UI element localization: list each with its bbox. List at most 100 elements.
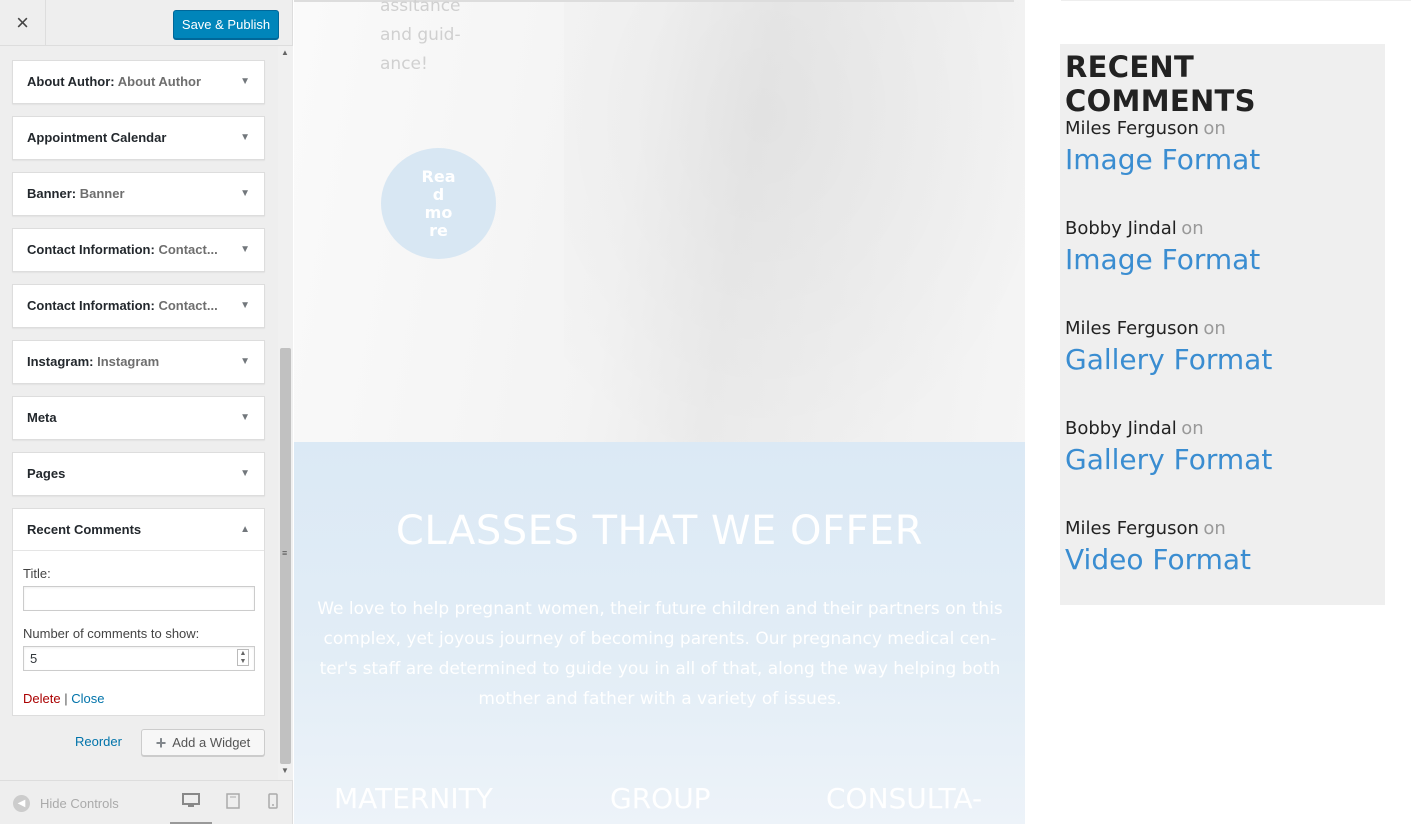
read-more-button[interactable]: Rea d mo re [381,148,496,259]
add-widget-button[interactable]: + Add a Widget [141,729,265,756]
widget-instagram[interactable]: Instagram: Instagram ▼ [12,340,265,384]
desktop-icon [182,793,200,807]
widget-meta[interactable]: Meta ▼ [12,396,265,440]
widget-appointment-calendar[interactable]: Appointment Calendar ▼ [12,116,265,160]
count-input[interactable] [23,646,255,671]
title-input[interactable] [23,586,255,611]
post-link[interactable]: Video Format [1065,543,1251,576]
service-title[interactable]: CONSULTA- [826,782,982,815]
chevron-down-icon[interactable]: ▼ [240,117,250,159]
plus-icon: + [155,732,167,753]
widget-contact-information-2[interactable]: Contact Information: Contact... ▼ [12,284,265,328]
chevron-down-icon[interactable]: ▼ [240,453,250,495]
post-link[interactable]: Gallery Format [1065,443,1272,476]
collapse-icon: ◀ [13,795,30,812]
chevron-down-icon[interactable]: ▼ [240,229,250,271]
comment-author: Miles Ferguson [1065,518,1199,539]
panel-scrollbar[interactable]: ▲ ≡ ▼ [278,46,293,780]
widget-title: About Author: About Author [27,74,202,89]
add-widget-label: Add a Widget [172,735,251,750]
widget-heading: RECENT COMMENTS [1065,50,1256,118]
panel-header: × Save & Publish [0,0,292,46]
comment-item: Bobby Jindal on Image Format [1065,218,1260,276]
widget-pages[interactable]: Pages ▼ [12,452,265,496]
chevron-down-icon[interactable]: ▼ [240,285,250,327]
mobile-icon [268,793,278,809]
on-label: on [1203,318,1226,339]
sidebar: RECENT COMMENTS Miles Ferguson on Image … [1025,0,1411,824]
separator: | [64,691,68,706]
widget-title: Banner: Banner [27,186,125,201]
preview-mobile-button[interactable] [252,793,294,824]
widget-title: Contact Information: Contact... [27,242,218,257]
customizer-panel: × Save & Publish About Author: About Aut… [0,0,293,824]
site-preview: assitance and guid-ance! Rea d mo re CLA… [294,0,1411,824]
on-label: on [1181,218,1204,239]
grip-icon: ≡ [282,548,288,558]
number-stepper[interactable]: ▲ ▼ [237,649,249,666]
widget-actions: Delete | Close [23,691,104,706]
panel-footer: ◀ Hide Controls [0,780,292,824]
delete-link[interactable]: Delete [23,691,61,706]
comment-author: Miles Ferguson [1065,118,1199,139]
widget-list: About Author: About Author ▼ Appointment… [0,46,278,780]
comment-item: Miles Ferguson on Image Format [1065,118,1260,176]
widget-about-author[interactable]: About Author: About Author ▼ [12,60,265,104]
comment-author: Miles Ferguson [1065,318,1199,339]
reorder-link[interactable]: Reorder [75,734,122,749]
on-label: on [1203,118,1226,139]
close-link[interactable]: Close [71,691,104,706]
save-publish-button[interactable]: Save & Publish [173,10,279,39]
widget-title: Recent Comments [27,522,142,537]
recent-comments-widget: RECENT COMMENTS Miles Ferguson on Image … [1060,44,1385,605]
classes-section: CLASSES THAT WE OFFER We love to help pr… [294,442,1025,824]
service-title[interactable]: GROUP [610,782,711,815]
hide-controls-label: Hide Controls [40,796,119,811]
stepper-up-icon[interactable]: ▲ [240,650,247,657]
scroll-thumb[interactable]: ≡ [280,348,291,764]
widget-title: Instagram: Instagram [27,354,160,369]
on-label: on [1181,418,1204,439]
chevron-up-icon[interactable]: ▲ [240,509,250,551]
comment-author: Bobby Jindal [1065,418,1177,439]
hide-controls-button[interactable]: ◀ Hide Controls [13,795,119,812]
hero-section: assitance and guid-ance! Rea d mo re [294,0,1025,442]
chevron-down-icon[interactable]: ▼ [240,61,250,103]
chevron-down-icon[interactable]: ▼ [240,397,250,439]
widget-contact-information-1[interactable]: Contact Information: Contact... ▼ [12,228,265,272]
scroll-down-icon[interactable]: ▼ [281,766,289,775]
close-icon: × [16,10,29,35]
preview-tablet-button[interactable] [212,793,254,824]
hero-text: assitance and guid-ance! [380,0,461,74]
post-link[interactable]: Image Format [1065,243,1260,276]
chevron-down-icon[interactable]: ▼ [240,173,250,215]
widget-banner[interactable]: Banner: Banner ▼ [12,172,265,216]
post-link[interactable]: Gallery Format [1065,343,1272,376]
title-field-label: Title: [23,566,51,581]
widget-title: Pages [27,466,66,481]
count-field: ▲▼ [23,646,255,671]
stepper-down-icon[interactable]: ▼ [240,658,247,665]
post-link[interactable]: Image Format [1065,143,1260,176]
comment-item: Miles Ferguson on Gallery Format [1065,318,1272,376]
divider [1061,0,1411,1]
widget-title: Contact Information: Contact... [27,298,218,313]
tablet-icon [226,793,240,809]
comment-author: Bobby Jindal [1065,218,1177,239]
widget-title: Meta [27,410,57,425]
service-title[interactable]: MATERNITY [334,782,493,815]
comment-item: Bobby Jindal on Gallery Format [1065,418,1272,476]
close-customizer-button[interactable]: × [0,0,46,46]
section-title: CLASSES THAT WE OFFER [395,508,924,554]
on-label: on [1203,518,1226,539]
widget-title: Appointment Calendar [27,130,167,145]
comment-item: Miles Ferguson on Video Format [1065,518,1251,576]
hero-image [564,0,1025,442]
preview-desktop-button[interactable] [170,793,212,824]
widget-recent-comments: Recent Comments ▲ Title: Number of comme… [12,508,265,716]
chevron-down-icon[interactable]: ▼ [240,341,250,383]
count-field-label: Number of comments to show: [23,626,200,641]
section-description: We love to help pregnant women, their fu… [317,599,1003,709]
scroll-up-icon[interactable]: ▲ [281,48,289,57]
widget-header[interactable]: Recent Comments ▲ [13,509,264,551]
